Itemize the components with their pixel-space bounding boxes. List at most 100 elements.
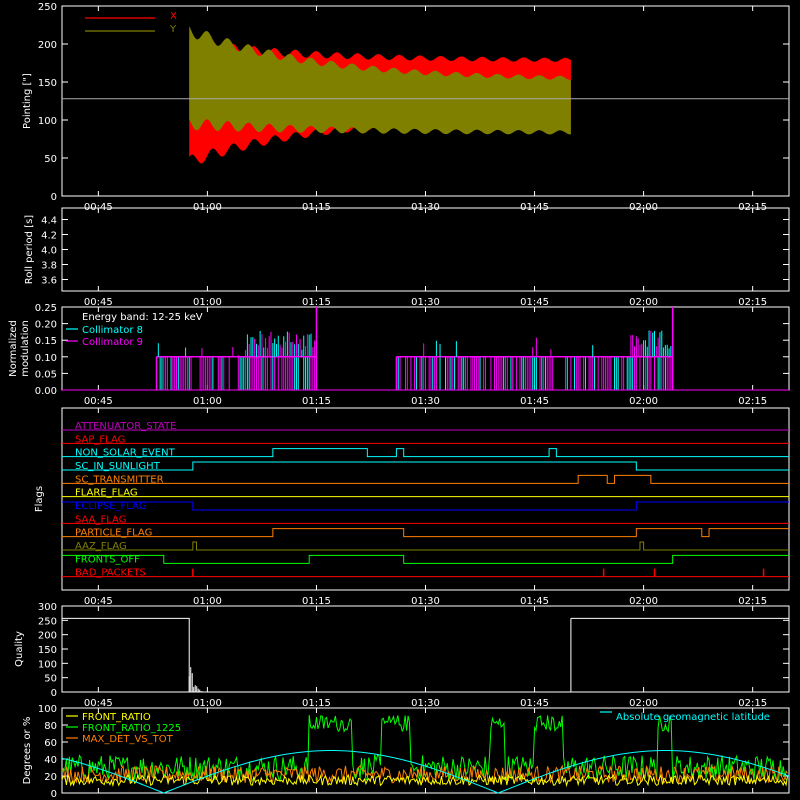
panel-4-x-tick-label: 00:45 <box>84 596 113 607</box>
panel-2-x-tick-label: 01:30 <box>411 297 440 308</box>
flag-trace-sap-flag: SAP_FLAG <box>62 434 789 445</box>
flag-trace-saa-flag: SAA_FLAG <box>62 514 789 525</box>
panel-2-y-tick-label: 4.0 <box>41 246 57 257</box>
panel-1-y-tick-label: 200 <box>38 40 57 51</box>
flag-line <box>62 528 789 538</box>
panel-3-x-tick-label: 01:30 <box>411 396 440 407</box>
flag-trace-sc-in-sunlight: SC_IN_SUNLIGHT <box>62 461 789 472</box>
panel-3-x-tick-label: 01:00 <box>193 396 222 407</box>
flag-label: FRONTS_OFF <box>75 554 140 565</box>
panel-2-y-tick-label: 3.6 <box>41 276 57 287</box>
modulation-series-collimator-8 <box>159 330 672 390</box>
quality-series <box>61 617 790 692</box>
panel-3-x-tick-label: 01:15 <box>302 396 331 407</box>
flag-trace-bad-packets: BAD_PACKETS <box>62 568 789 579</box>
pointing-legend-label-y: Y <box>169 24 177 35</box>
panel-4-x-tick-label: 01:45 <box>520 596 549 607</box>
panel-6-y-label: Degrees or % <box>22 717 33 785</box>
panel-5-y-tick-label: 0 <box>51 688 57 699</box>
panel-6-y-tick-label: 60 <box>44 738 57 749</box>
panel-6-y-tick-label: 20 <box>44 772 57 783</box>
panel-2-frame <box>61 207 790 292</box>
degrees-legend-label: FRONT_RATIO <box>82 712 151 723</box>
pointing-legend-label-x: X <box>170 11 177 22</box>
panel-3-y-tick-label: 0.25 <box>35 303 57 314</box>
panel-4-x-tick-label: 01:00 <box>193 596 222 607</box>
panel-3-y-tick-label: 0.20 <box>35 320 57 331</box>
panel-2-x-tick-label: 00:45 <box>84 297 113 308</box>
panel-5-x-tick-label: 01:45 <box>520 698 549 709</box>
panel-5-x-tick-label: 01:30 <box>411 698 440 709</box>
panel-3-y-tick-label: 0.05 <box>35 369 57 380</box>
panel-5-x-tick-label: 00:45 <box>84 698 113 709</box>
pointing-series-y <box>189 26 571 135</box>
panel-2-x-tick-label: 01:15 <box>302 297 331 308</box>
panel-3-x-tick-label: 02:15 <box>738 396 767 407</box>
panel-3-y-tick-label: 0.10 <box>35 353 57 364</box>
panel-3-y-label-line-2: modulation <box>20 320 31 377</box>
flag-trace-particle-flag: PARTICLE_FLAG <box>62 528 789 539</box>
panel-3-y-tick-label: 0.15 <box>35 336 57 347</box>
panel-4-frame <box>61 407 790 591</box>
panel-5-y-tick-label: 300 <box>38 602 57 613</box>
panel-1-y-tick-label: 250 <box>38 2 57 13</box>
chart-figure: 00:45 01:00 01:15 01:30 01:45 02:00 02:15 0 50 10… <box>0 0 800 800</box>
flag-trace-flare-flag: FLARE_FLAG <box>62 488 789 499</box>
flag-trace-fronts-off: FRONTS_OFF <box>62 554 789 565</box>
panel-5-y-tick-label: 200 <box>38 631 57 642</box>
panel-4-x-tick-label: 01:30 <box>411 596 440 607</box>
panel-1-y-tick-label: 150 <box>38 78 57 89</box>
modulation-legend-label: Collimator 8 <box>82 325 143 336</box>
panel-3-x-tick-label: 01:45 <box>520 396 549 407</box>
panel-2-x-tick-label: 01:00 <box>193 297 222 308</box>
panel-2-x-tick-label: 02:00 <box>629 297 658 308</box>
flag-label: ECLIPSE_FLAG <box>75 501 146 512</box>
panel-1-y-tick-label: 100 <box>38 116 57 127</box>
panel-3-y-tick-label: 0.00 <box>35 386 57 397</box>
panel-2-x-tick-label: 01:45 <box>520 297 549 308</box>
panel-5-x-tick-label: 01:00 <box>193 698 222 709</box>
panel-5-x-tick-label: 02:15 <box>738 698 767 709</box>
flag-trace-non-solar-event: NON_SOLAR_EVENT <box>62 448 789 459</box>
panel-3-x-tick-label: 02:00 <box>629 396 658 407</box>
degrees-right-legend-label: Absolute geomagnetic latitude <box>616 712 770 723</box>
panel-6-y-tick-label: 100 <box>38 704 57 715</box>
flag-trace-eclipse-flag: ECLIPSE_FLAG <box>62 501 789 512</box>
panel-4-x-tick-label: 02:15 <box>738 596 767 607</box>
flag-trace-attenuator-state: ATTENUATOR_STATE <box>62 421 789 432</box>
panel-5-x-tick-label: 01:15 <box>302 698 331 709</box>
flag-line <box>62 474 789 484</box>
figure-svg: 00:45 01:00 01:15 01:30 01:45 02:00 02:15 0 50 10… <box>8 2 790 800</box>
flag-trace-aaz-flag: AAZ_FLAG <box>62 541 789 552</box>
panel-5-y-tick-label: 100 <box>38 659 57 670</box>
pointing-envelope-y <box>189 26 571 135</box>
degrees-legend-label: FRONT_RATIO_1225 <box>82 723 181 734</box>
panel-4-x-tick-label: 01:15 <box>302 596 331 607</box>
degrees-legend-label: MAX_DET_VS_TOT <box>82 734 174 745</box>
panel-5-y-tick-label: 250 <box>38 616 57 627</box>
modulation-annotation: Energy band: 12-25 keV <box>82 312 203 323</box>
panel-1-y-tick-label: 50 <box>44 154 57 165</box>
panel-5-y-label: Quality <box>14 631 25 667</box>
flag-trace-sc-transmitter: SC_TRANSMITTER <box>62 474 789 485</box>
quality-segment <box>62 617 190 692</box>
panel-5-frame <box>61 605 790 693</box>
panel-3-x-tick-label: 00:45 <box>84 396 113 407</box>
panel-2-x-tick-label: 02:15 <box>738 297 767 308</box>
flag-line <box>62 461 789 471</box>
panel-1-y-label: Pointing ["] <box>22 73 33 129</box>
panel-1-y-tick-label: 0 <box>51 192 57 203</box>
flag-line <box>62 554 789 564</box>
modulation-legend-label: Collimator 9 <box>82 337 143 348</box>
panel-3-y-label-line-1: Normalized <box>8 320 19 377</box>
quality-segment <box>570 617 790 692</box>
panel-5-y-tick-label: 50 <box>44 674 57 685</box>
panel-6-y-tick-label: 40 <box>44 755 57 766</box>
flag-line <box>62 501 789 511</box>
panel-4-x-tick-label: 02:00 <box>629 596 658 607</box>
panel-6-y-tick-label: 0 <box>51 789 57 800</box>
panel-2-y-label: Roll period [s] <box>24 215 35 284</box>
panel-2-y-tick-label: 4.2 <box>41 231 57 242</box>
panel-5-x-tick-label: 02:00 <box>629 698 658 709</box>
panel-6-y-tick-label: 80 <box>44 721 57 732</box>
